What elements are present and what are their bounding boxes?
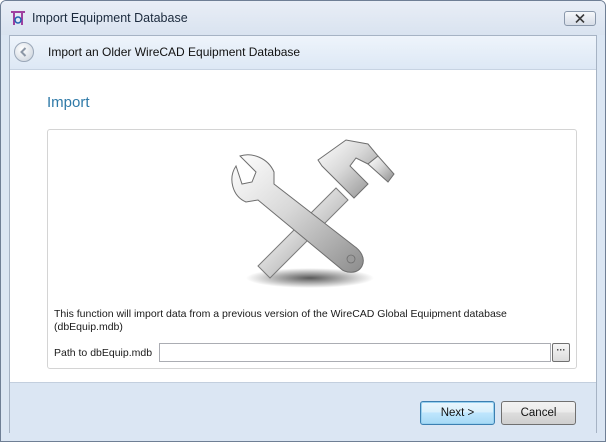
- close-button[interactable]: [564, 11, 596, 26]
- window-title: Import Equipment Database: [32, 11, 188, 25]
- section-heading: Import: [47, 94, 90, 111]
- wizard-header: Import an Older WireCAD Equipment Databa…: [10, 36, 596, 70]
- close-icon: [575, 12, 585, 26]
- dialog-content: Import an Older WireCAD Equipment Databa…: [9, 35, 597, 433]
- description-text: This function will import data from a pr…: [54, 308, 507, 333]
- cancel-button[interactable]: Cancel: [501, 401, 576, 425]
- back-button[interactable]: [14, 42, 34, 62]
- back-arrow-icon: [20, 47, 27, 57]
- path-input[interactable]: [159, 343, 551, 362]
- title-bar[interactable]: Import Equipment Database: [1, 1, 605, 35]
- wizard-title: Import an Older WireCAD Equipment Databa…: [48, 45, 301, 59]
- wrench-hammer-icon: [231, 139, 395, 288]
- button-bar: Next > Cancel: [10, 382, 596, 433]
- import-panel: This function will import data from a pr…: [47, 129, 577, 369]
- browse-button[interactable]: ···: [552, 343, 570, 362]
- app-icon: [10, 10, 26, 26]
- path-label: Path to dbEquip.mdb: [54, 347, 153, 359]
- next-button[interactable]: Next >: [420, 401, 495, 425]
- dialog-window: Import Equipment Database Import an Olde…: [0, 0, 606, 442]
